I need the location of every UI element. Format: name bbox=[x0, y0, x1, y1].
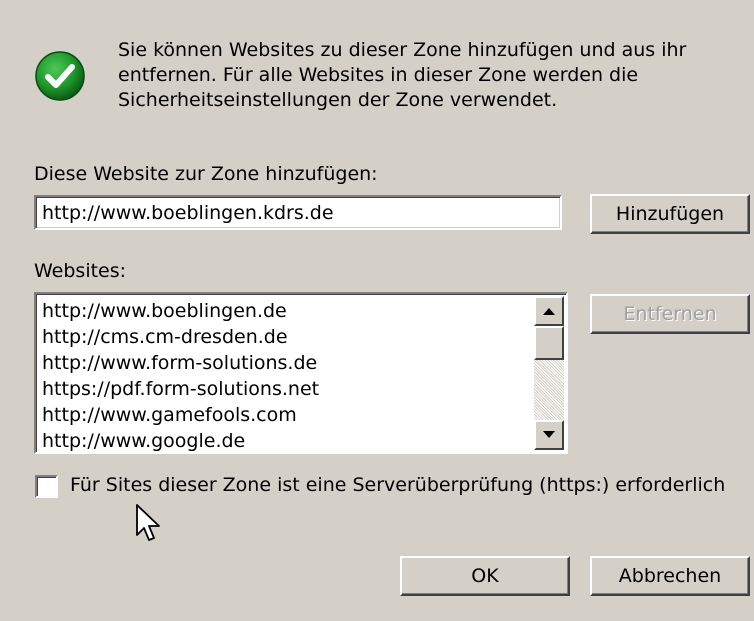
zone-description: Sie können Websites zu dieser Zone hinzu… bbox=[118, 39, 687, 111]
checkmark-icon bbox=[35, 51, 85, 101]
ok-button[interactable]: OK bbox=[400, 556, 570, 596]
https-required-label[interactable]: Für Sites dieser Zone ist eine Serverübe… bbox=[70, 474, 725, 496]
cancel-button[interactable]: Abbrechen bbox=[590, 556, 750, 596]
list-item[interactable]: http://www.gamefools.com bbox=[42, 402, 319, 428]
scroll-up-button[interactable] bbox=[534, 296, 564, 326]
website-url-input[interactable] bbox=[34, 195, 562, 230]
list-item[interactable]: http://www.google.de bbox=[42, 428, 319, 452]
list-item[interactable]: http://cms.cm-dresden.de bbox=[42, 324, 319, 350]
list-item[interactable]: https://pdf.form-solutions.net bbox=[42, 376, 319, 402]
list-item[interactable]: http://www.boeblingen.de bbox=[42, 298, 319, 324]
websites-label: Websites: bbox=[34, 260, 127, 282]
list-item[interactable]: http://www.form-solutions.de bbox=[42, 350, 319, 376]
add-website-label: Diese Website zur Zone hinzufügen: bbox=[34, 163, 378, 185]
scroll-thumb[interactable] bbox=[534, 326, 564, 360]
https-required-checkbox[interactable] bbox=[35, 475, 58, 498]
add-button[interactable]: Hinzufügen bbox=[590, 194, 750, 234]
scroll-down-button[interactable] bbox=[534, 420, 564, 450]
remove-button[interactable]: Entfernen bbox=[590, 294, 750, 334]
arrow-up-icon bbox=[543, 308, 555, 315]
websites-listbox[interactable]: http://www.boeblingen.de http://cms.cm-d… bbox=[34, 292, 568, 454]
arrow-down-icon bbox=[543, 431, 555, 438]
vertical-scrollbar[interactable] bbox=[534, 296, 564, 450]
mouse-cursor-icon bbox=[136, 504, 160, 541]
